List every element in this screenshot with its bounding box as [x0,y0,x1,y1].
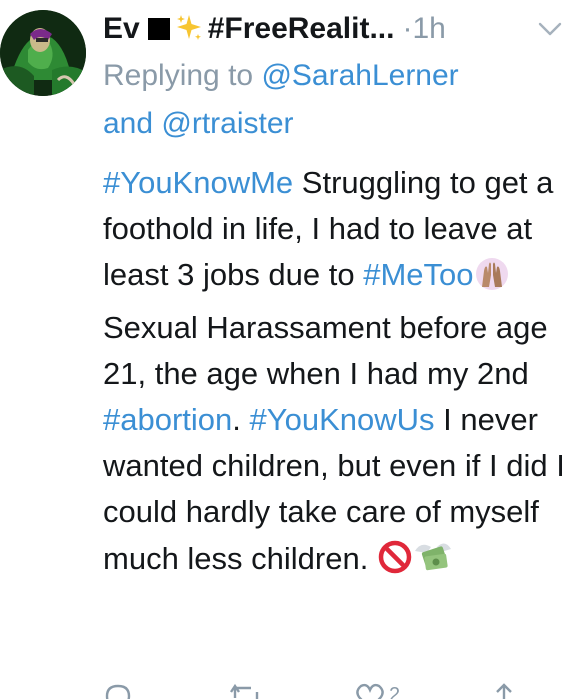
retweet-icon [230,683,259,699]
share-button[interactable] [489,682,519,699]
tweet[interactable]: Ev #FreeRealit... ·1h Replying to @SarahL… [0,0,574,699]
mention-sarahlerner[interactable]: @SarahLerner [261,59,458,92]
money-with-wings-icon [413,539,453,588]
hashtag-abortion[interactable]: #abortion [103,402,232,437]
hashtag-metoo[interactable]: #MeToo [363,257,473,292]
body-text-3: . [232,402,250,438]
tweet-body: #YouKnowMe Struggling to get a foothold … [103,160,568,588]
display-name-prefix: Ev [103,12,140,45]
raising-hands-icon [474,257,510,304]
tweet-actions: 2 [103,682,563,699]
black-square-emoji [147,18,170,40]
reply-button[interactable] [103,682,133,699]
sparkles-icon [174,10,204,40]
heart-icon [356,683,384,699]
chevron-down-icon[interactable] [537,20,563,38]
mention-rtraister[interactable]: @rtraister [161,107,293,140]
avatar[interactable] [0,10,86,96]
display-name[interactable]: Ev #FreeRealit... [103,12,394,45]
like-count: 2 [389,684,401,699]
hashtag-youknowus[interactable]: #YouKnowUs [250,402,435,437]
replying-prefix: Replying to [103,59,262,92]
retweet-button[interactable] [229,682,263,699]
display-name-suffix: #FreeRealit... [207,12,395,45]
share-icon [496,683,512,699]
tweet-timestamp[interactable]: ·1h [402,12,445,45]
timestamp-value: 1h [412,12,446,45]
replying-to: Replying to @SarahLerner and @rtraister [103,52,563,148]
reply-icon [105,684,131,699]
separator: · [402,12,413,45]
tweet-header: Ev #FreeRealit... ·1h [103,6,563,52]
like-button[interactable]: 2 [355,682,400,699]
prohibited-icon [377,539,413,588]
replying-and: and [103,107,162,140]
hashtag-youknowme[interactable]: #YouKnowMe [103,165,293,200]
body-text-2: Sexual Harassament before age 21, the ag… [103,309,548,391]
